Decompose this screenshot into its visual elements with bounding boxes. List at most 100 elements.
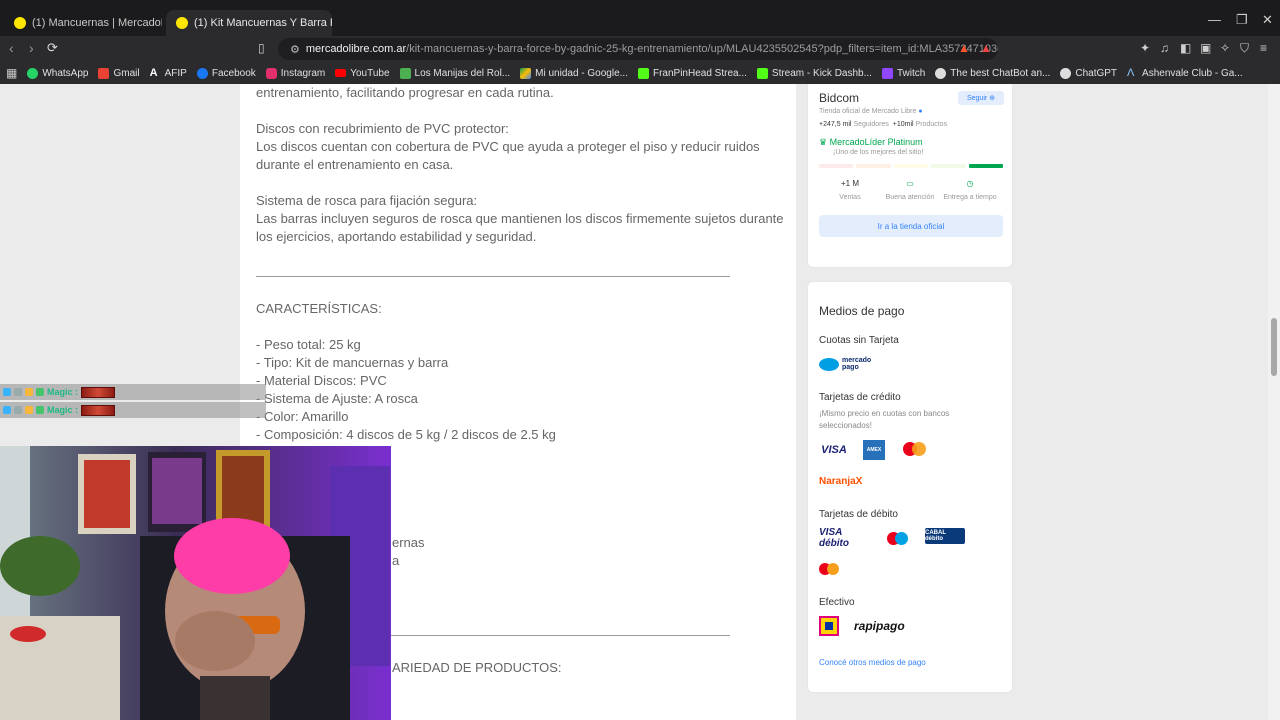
bookmark-whatsapp[interactable]: WhatsApp [27,67,89,79]
visa-debit-logo: VISA débito [819,527,849,549]
follow-button[interactable]: Seguir ⊕ [958,91,1004,105]
stream-chat-message: Magic : [0,384,266,400]
mastercard-debit-logo [819,560,861,578]
bookmark-label: Stream - Kick Dashb... [771,67,872,79]
pagofacil-logo [819,616,839,636]
bookmark-icon[interactable]: ▯ [258,41,265,55]
page-scrollbar[interactable] [1268,84,1280,720]
followers-count: +247,5 mil [819,121,852,128]
characteristics-title: CARACTERÍSTICAS: [256,301,382,316]
browser-toolbar: ‹ › ⟳ ▯ ⚙ mercadolibre.com.ar/kit-mancue… [0,36,1280,62]
brave-shield-icon[interactable]: ▲ [958,41,970,55]
chat-emote [81,404,116,416]
bookmark-ashenvale[interactable]: Λ Ashenvale Club - Ga... [1127,66,1243,79]
products-label: Productos [915,121,948,128]
forward-icon[interactable]: › [29,40,34,56]
follow-label: Seguir [966,94,988,102]
menu-icon[interactable]: ≡ [1260,41,1267,55]
chatgpt-icon [1060,67,1072,79]
bookmark-label: Instagram [280,67,326,79]
maestro-blue-circle [894,531,908,545]
bookmark-label: Ashenvale Club - Ga... [1142,67,1243,79]
bookmark-label: Mi unidad - Google... [535,67,628,79]
plus-icon: ⊕ [989,95,996,102]
extensions-icon[interactable]: ✦ [1140,41,1150,55]
maximize-icon[interactable]: ❐ [1236,12,1248,28]
description-text: entrenamiento, facilitando progresar en … [256,85,554,100]
characteristic-item: - Color: Amarillo [256,409,349,424]
description-text: durante el entrenamiento en casa. [256,157,454,172]
chat-check-icon: ▭ [906,179,914,188]
bookmark-instagram[interactable]: Instagram [265,67,326,79]
characteristic-item: - Tipo: Kit de mancuernas y barra [256,355,449,370]
bookmark-youtube[interactable]: YouTube [335,68,390,79]
sidebar-icon[interactable]: ◧ [1180,41,1191,55]
description-text-partial: ernas [392,535,425,550]
thermo-segment [931,164,966,168]
bookmark-kick-dashboard[interactable]: Stream - Kick Dashb... [756,67,872,79]
rapipago-logo: rapipago [854,619,905,633]
more-payment-methods-link[interactable]: Conocé otros medios de pago [819,658,926,667]
bookmark-label: Facebook [211,67,256,79]
afip-icon: A [149,66,158,79]
bookmark-kick-franpinhead[interactable]: FranPinHead Strea... [637,67,747,79]
bookmark-gmail[interactable]: Gmail [98,67,140,79]
bookmark-google-drive[interactable]: Mi unidad - Google... [520,67,628,79]
products-count: +10mil [892,121,914,128]
bookmark-twitch[interactable]: Twitch [881,67,926,79]
stream-chat-message: Magic : [0,402,266,418]
bookmark-facebook[interactable]: Facebook [196,67,256,79]
naranjax-logo: NaranjaX [819,475,863,487]
address-bar[interactable]: ⚙ mercadolibre.com.ar/kit-mancuernas-y-b… [278,38,998,60]
ashenvale-icon: Λ [1127,66,1135,79]
url-host: mercadolibre.com.ar [305,43,407,55]
facebook-icon [196,67,208,79]
google-drive-icon [520,67,532,79]
scrollbar-thumb[interactable] [1271,318,1277,376]
bookmark-chatbot[interactable]: The best ChatBot an... [935,67,1050,79]
stat-sales: +1 M Ventas [820,179,880,201]
media-icon[interactable]: ♫ [1160,41,1169,55]
description-text: Los discos cuentan con cobertura de PVC … [256,139,760,154]
bookmark-label: Los Manijas del Rol... [414,67,511,79]
reload-icon[interactable]: ⟳ [47,40,58,56]
screen: (1) Mancuernas | MercadoLibre (1) Kit Ma… [0,0,1280,720]
go-to-store-button[interactable]: Ir a la tienda oficial [819,215,1003,237]
thermo-segment [893,164,929,168]
description-text: los ejercicios, aportando estabilidad y … [256,229,537,244]
bookmark-chatgpt[interactable]: ChatGPT [1060,67,1117,79]
mastercard-logo [899,438,929,460]
diamond-badge-icon [3,406,11,414]
site-info-icon[interactable]: ⚙ [290,43,300,56]
characteristic-item: - Sistema de Ajuste: A rosca [256,391,418,406]
apps-grid-icon[interactable]: ▦ [6,66,17,80]
description-heading: Sistema de rosca para fijación segura: [256,193,478,208]
browser-tab-mancuernas[interactable]: (1) Mancuernas | MercadoLibre [4,10,162,36]
close-window-icon[interactable]: ✕ [1262,12,1273,28]
thermo-segment [968,164,1004,168]
bookmark-los-manijas[interactable]: Los Manijas del Rol... [399,67,511,79]
mod-badge-icon [14,388,22,396]
instagram-icon [265,67,277,79]
browser-tab-kit[interactable]: (1) Kit Mancuernas Y Barra Force ✕ [166,10,332,36]
stat-attention: ▭ Buena atención [880,179,940,201]
bookmark-afip[interactable]: A AFIP [149,66,187,79]
minimize-icon[interactable]: — [1208,12,1221,27]
wallet-icon[interactable]: ▣ [1200,41,1211,55]
brave-rewards-icon[interactable]: ▲ [980,41,992,55]
bookmark-label: WhatsApp [42,67,89,79]
bookmark-label: Twitch [896,67,926,79]
official-store-text: Tienda oficial de Mercado Libre [819,108,917,115]
mastercard-yellow-circle [827,563,839,575]
seller-name[interactable]: Bidcom [819,91,859,105]
mercadopago-logo: mercado pago [819,356,877,372]
vpn-icon[interactable]: ⛉ [1240,41,1249,56]
mercadopago-text: mercado pago [842,357,872,371]
leo-ai-icon[interactable]: ✧ [1220,41,1230,55]
back-icon[interactable]: ‹ [9,40,14,56]
payment-title: Medios de pago [819,304,905,318]
chat-username: Magic : [47,387,79,397]
medal-icon: ♛ [819,137,828,147]
seller-counts: +247,5 mil Seguidores +10mil Productos [819,121,947,128]
thermo-segment [856,164,891,168]
